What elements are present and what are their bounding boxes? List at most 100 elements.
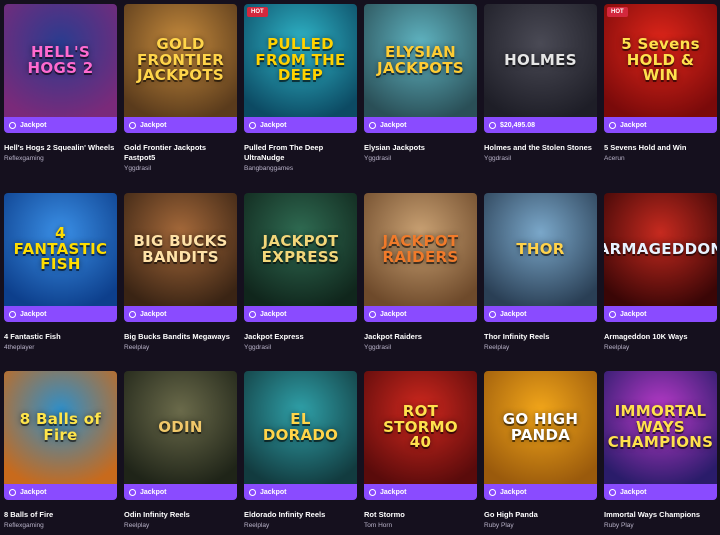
game-card[interactable]: 8 Balls of Fire Jackpot 8 Balls of Fire … <box>4 371 117 529</box>
game-logo-text: HOLMES <box>504 50 577 69</box>
game-title[interactable]: Immortal Ways Champions <box>604 510 717 520</box>
jackpot-bar: Jackpot <box>124 117 237 133</box>
game-title[interactable]: Odin Infinity Reels <box>124 510 237 520</box>
jackpot-icon <box>489 121 496 129</box>
game-thumbnail[interactable]: JACKPOT EXPRESS <box>244 193 357 306</box>
game-card[interactable]: GOLD FRONTIER JACKPOTS Jackpot Gold Fron… <box>124 4 237 172</box>
game-title[interactable]: Jackpot Raiders <box>364 332 477 342</box>
game-card[interactable]: GO HIGH PANDA Jackpot Go High Panda Ruby… <box>484 371 597 529</box>
game-provider: Reelplay <box>124 522 150 529</box>
jackpot-label: $20,495.08 <box>500 121 536 129</box>
game-thumbnail[interactable]: ELYSIAN JACKPOTS <box>364 4 477 117</box>
game-thumbnail[interactable]: HELL'S HOGS 2 <box>4 4 117 117</box>
game-card[interactable]: 4 FANTASTIC FISH Jackpot 4 Fantastic Fis… <box>4 193 117 351</box>
game-thumbnail[interactable]: GOLD FRONTIER JACKPOTS <box>124 4 237 117</box>
game-card[interactable]: ODIN Jackpot Odin Infinity Reels Reelpla… <box>124 371 237 529</box>
jackpot-bar: Jackpot <box>364 484 477 500</box>
jackpot-icon <box>369 488 376 496</box>
game-thumbnail[interactable]: 5 Sevens HOLD & WIN HOT <box>604 4 717 117</box>
game-thumbnail[interactable]: ARMAGEDDON <box>604 193 717 306</box>
jackpot-label: Jackpot <box>380 310 407 318</box>
game-title[interactable]: 5 Sevens Hold and Win <box>604 143 717 153</box>
game-thumbnail[interactable]: GO HIGH PANDA <box>484 371 597 484</box>
game-thumbnail[interactable]: ROT STORMO 40 <box>364 371 477 484</box>
jackpot-icon <box>129 310 136 318</box>
game-title[interactable]: Holmes and the Stolen Stones <box>484 143 597 153</box>
jackpot-label: Jackpot <box>140 121 167 129</box>
game-title[interactable]: Rot Stormo <box>364 510 477 520</box>
jackpot-bar: $20,495.08 <box>484 117 597 133</box>
game-logo-text: 8 Balls of Fire <box>19 409 102 444</box>
game-provider: Yggdrasil <box>484 155 512 162</box>
game-grid: HELL'S HOGS 2 Jackpot Hell's Hogs 2 Sque… <box>0 0 720 535</box>
game-thumbnail[interactable]: PULLED FROM THE DEEP HOT <box>244 4 357 117</box>
jackpot-label: Jackpot <box>140 310 167 318</box>
game-title[interactable]: Thor Infinity Reels <box>484 332 597 342</box>
game-card[interactable]: EL DORADO Jackpot Eldorado Infinity Reel… <box>244 371 357 529</box>
game-provider: Bangbanggames <box>244 165 294 172</box>
game-logo-text: ELYSIAN JACKPOTS <box>376 42 464 77</box>
game-card[interactable]: THOR Jackpot Thor Infinity Reels Reelpla… <box>484 193 597 351</box>
jackpot-label: Jackpot <box>620 488 647 496</box>
game-title[interactable]: Gold Frontier Jackpots Fastpot5 <box>124 143 237 163</box>
game-card[interactable]: HOLMES $20,495.08 Holmes and the Stolen … <box>484 4 597 162</box>
game-logo-text: 5 Sevens HOLD & WIN <box>621 34 700 85</box>
game-card[interactable]: BIG BUCKS BANDITS Jackpot Big Bucks Band… <box>124 193 237 351</box>
game-provider: Ruby Play <box>484 522 514 529</box>
jackpot-icon <box>369 121 376 129</box>
game-thumbnail[interactable]: BIG BUCKS BANDITS <box>124 193 237 306</box>
jackpot-bar: Jackpot <box>4 306 117 322</box>
game-card[interactable]: JACKPOT EXPRESS Jackpot Jackpot Express … <box>244 193 357 351</box>
hot-badge: HOT <box>607 7 628 17</box>
game-title[interactable]: 8 Balls of Fire <box>4 510 117 520</box>
game-thumbnail[interactable]: JACKPOT RAIDERS <box>364 193 477 306</box>
game-title[interactable]: 4 Fantastic Fish <box>4 332 117 342</box>
game-card[interactable]: ELYSIAN JACKPOTS Jackpot Elysian Jackpot… <box>364 4 477 162</box>
game-card[interactable]: JACKPOT RAIDERS Jackpot Jackpot Raiders … <box>364 193 477 351</box>
jackpot-icon <box>609 488 616 496</box>
game-card[interactable]: ROT STORMO 40 Jackpot Rot Stormo Tom Hor… <box>364 371 477 529</box>
jackpot-icon <box>249 488 256 496</box>
game-title[interactable]: Armageddon 10K Ways <box>604 332 717 342</box>
game-card[interactable]: 5 Sevens HOLD & WIN HOT Jackpot 5 Sevens… <box>604 4 717 162</box>
jackpot-bar: Jackpot <box>124 306 237 322</box>
game-title[interactable]: Pulled From The Deep UltraNudge <box>244 143 357 163</box>
jackpot-label: Jackpot <box>20 488 47 496</box>
game-logo-text: IMMORTAL WAYS CHAMPIONS <box>607 401 714 452</box>
game-thumbnail[interactable]: THOR <box>484 193 597 306</box>
game-card[interactable]: ARMAGEDDON Jackpot Armageddon 10K Ways R… <box>604 193 717 351</box>
game-thumbnail[interactable]: IMMORTAL WAYS CHAMPIONS <box>604 371 717 484</box>
jackpot-label: Jackpot <box>20 121 47 129</box>
game-provider: Acerun <box>604 155 625 162</box>
jackpot-label: Jackpot <box>20 310 47 318</box>
game-logo-text: BIG BUCKS BANDITS <box>133 231 228 266</box>
game-provider: Yggdrasil <box>364 344 392 351</box>
jackpot-label: Jackpot <box>500 488 527 496</box>
game-thumbnail[interactable]: ODIN <box>124 371 237 484</box>
game-title[interactable]: Hell's Hogs 2 Squealin' Wheels <box>4 143 117 153</box>
jackpot-label: Jackpot <box>260 488 287 496</box>
game-card[interactable]: IMMORTAL WAYS CHAMPIONS Jackpot Immortal… <box>604 371 717 529</box>
game-title[interactable]: Big Bucks Bandits Megaways <box>124 332 237 342</box>
jackpot-label: Jackpot <box>500 310 527 318</box>
game-thumbnail[interactable]: EL DORADO <box>244 371 357 484</box>
game-thumbnail[interactable]: 8 Balls of Fire <box>4 371 117 484</box>
game-provider: Reelplay <box>244 522 270 529</box>
game-title[interactable]: Jackpot Express <box>244 332 357 342</box>
game-title[interactable]: Elysian Jackpots <box>364 143 477 153</box>
game-title[interactable]: Go High Panda <box>484 510 597 520</box>
jackpot-bar: Jackpot <box>244 117 357 133</box>
jackpot-icon <box>129 488 136 496</box>
game-thumbnail[interactable]: HOLMES <box>484 4 597 117</box>
game-card[interactable]: PULLED FROM THE DEEP HOT Jackpot Pulled … <box>244 4 357 172</box>
jackpot-icon <box>489 310 496 318</box>
jackpot-label: Jackpot <box>620 121 647 129</box>
game-provider: Reflexgaming <box>4 522 44 529</box>
game-logo-text: 4 FANTASTIC FISH <box>13 223 108 274</box>
game-title[interactable]: Eldorado Infinity Reels <box>244 510 357 520</box>
jackpot-label: Jackpot <box>620 310 647 318</box>
game-card[interactable]: HELL'S HOGS 2 Jackpot Hell's Hogs 2 Sque… <box>4 4 117 162</box>
game-logo-text: HELL'S HOGS 2 <box>27 42 94 77</box>
jackpot-bar: Jackpot <box>244 484 357 500</box>
game-thumbnail[interactable]: 4 FANTASTIC FISH <box>4 193 117 306</box>
